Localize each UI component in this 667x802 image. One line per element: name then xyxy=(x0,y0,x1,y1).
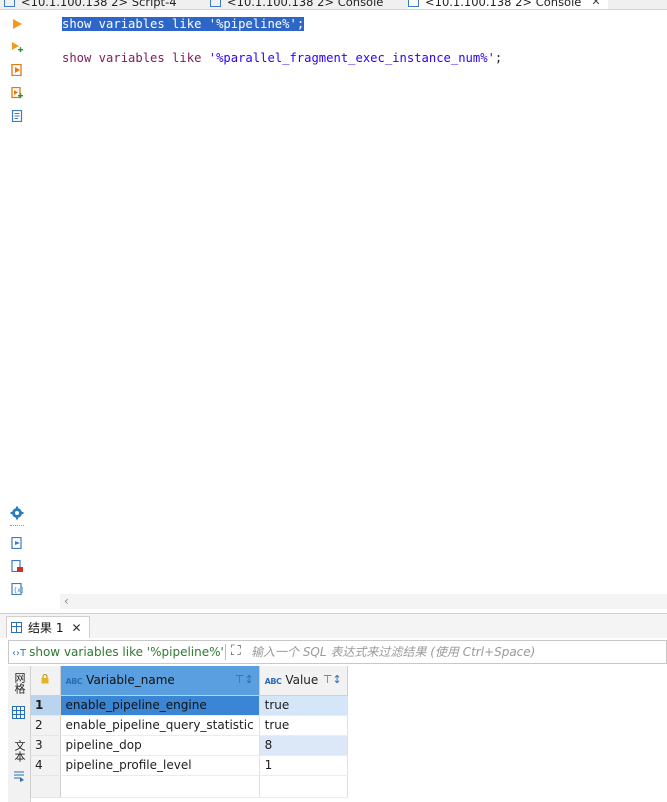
column-header-variable-name[interactable]: ABC Variable_name ⊤↕ xyxy=(60,666,260,696)
results-tab-bar: 结果 1 ✕ xyxy=(0,613,667,638)
cell-value[interactable]: true xyxy=(259,715,348,736)
editor-tab-console-2[interactable]: <10.1.100.138 2> Console ✕ xyxy=(408,0,608,9)
sql-terminator: ; xyxy=(296,17,305,31)
sql-text-icon: ‹›T xyxy=(12,648,27,659)
result-filter-bar: ‹›T show variables like '%pipeline%' ⛶ xyxy=(8,640,667,664)
close-icon[interactable]: ✕ xyxy=(591,0,600,8)
sql-string: '%pipeline%' xyxy=(208,17,297,31)
grid-view-icon[interactable] xyxy=(12,706,25,719)
execute-script-new-tab-icon[interactable] xyxy=(11,87,23,99)
cell-variable-name[interactable]: enable_pipeline_engine xyxy=(60,695,260,716)
row-number[interactable]: 4 xyxy=(31,755,61,776)
cell-empty xyxy=(259,775,348,798)
execute-icon[interactable] xyxy=(11,18,23,30)
filter-query-label[interactable]: ‹›T show variables like '%pipeline%' xyxy=(12,645,224,659)
column-header-value[interactable]: ABC Value ⊤↕ xyxy=(259,666,348,696)
editor-tab-label: <10.1.100.138 2> Script-4 xyxy=(21,0,177,9)
sql-keyword: show variables like xyxy=(62,17,209,31)
lock-icon xyxy=(41,674,49,684)
cell-value[interactable]: 8 xyxy=(259,735,348,756)
cell-variable-name[interactable]: enable_pipeline_query_statistic xyxy=(60,715,260,736)
editor-tab-label: <10.1.100.138 2> Console xyxy=(425,0,582,9)
settings-icon[interactable] xyxy=(10,506,24,520)
editor-horizontal-scrollbar[interactable]: ‹ xyxy=(60,594,667,609)
grid-corner[interactable] xyxy=(31,666,61,696)
side-tab-text[interactable]: 文本 xyxy=(11,740,27,762)
execute-statement-icon[interactable] xyxy=(11,41,23,53)
editor-tab-console-1[interactable]: <10.1.100.138 2> Console xyxy=(210,0,383,9)
expand-icon[interactable]: ⛶ xyxy=(231,643,241,659)
row-number[interactable]: 1 xyxy=(31,695,61,716)
table-row[interactable]: 2 enable_pipeline_query_statistic true xyxy=(31,715,348,736)
editor-left-toolbar: {x} xyxy=(0,10,30,610)
editor-tab-label: <10.1.100.138 2> Console xyxy=(227,0,384,9)
explain-plan-icon[interactable] xyxy=(11,110,23,122)
table-row[interactable]: 3 pipeline_dop 8 xyxy=(31,735,348,756)
sql-line-1[interactable]: show variables like '%pipeline%'; xyxy=(62,17,305,31)
row-number[interactable]: 3 xyxy=(31,735,61,756)
results-tab[interactable]: 结果 1 ✕ xyxy=(6,616,90,638)
side-tab-grid[interactable]: 网格 xyxy=(11,672,27,694)
editor-tab-bar: <10.1.100.138 2> Script-4 <10.1.100.138 … xyxy=(0,0,667,10)
console-icon xyxy=(210,0,221,7)
table-row[interactable]: 1 enable_pipeline_engine true xyxy=(31,695,348,716)
close-icon[interactable]: ✕ xyxy=(71,621,81,635)
empty-row xyxy=(31,775,348,798)
svg-text:{x}: {x} xyxy=(14,587,24,594)
text-type-icon: ABC xyxy=(65,677,83,687)
column-header-label: Value xyxy=(285,673,319,688)
sql-keyword: show variables like xyxy=(62,51,209,65)
scroll-left-icon[interactable]: ‹ xyxy=(64,594,69,608)
table-row[interactable]: 4 pipeline_profile_level 1 xyxy=(31,755,348,776)
cell-value[interactable]: 1 xyxy=(259,755,348,776)
sql-terminator: ; xyxy=(494,51,503,65)
result-view-tabs: 网格 文本 xyxy=(8,666,31,802)
row-number[interactable]: 2 xyxy=(31,715,61,736)
filter-sort-icon[interactable]: ⊤↕ xyxy=(235,673,254,686)
sql-editor[interactable]: show variables like '%pipeline%'; show v… xyxy=(30,10,667,595)
cell-value[interactable]: true xyxy=(259,695,348,716)
column-header-label: Variable_name xyxy=(86,673,175,688)
filter-query-text: show variables like '%pipeline%' xyxy=(29,645,224,659)
cell-variable-name[interactable]: pipeline_profile_level xyxy=(60,755,260,776)
filter-input[interactable] xyxy=(251,644,661,660)
toolbar-divider xyxy=(10,525,24,526)
sql-line-2[interactable]: show variables like '%parallel_fragment_… xyxy=(62,51,502,65)
filter-sort-icon[interactable]: ⊤↕ xyxy=(323,673,342,686)
text-view-icon[interactable] xyxy=(13,770,25,782)
editor-tab-script-4[interactable]: <10.1.100.138 2> Script-4 xyxy=(4,0,177,9)
file-lock-icon[interactable] xyxy=(11,560,23,572)
export-icon[interactable] xyxy=(11,537,23,549)
console-icon xyxy=(408,0,419,7)
cell-variable-name[interactable]: pipeline_dop xyxy=(60,735,260,756)
result-grid[interactable]: ABC Variable_name ⊤↕ ABC Value ⊤↕ 1 enable… xyxy=(31,666,348,798)
script-icon xyxy=(4,0,15,7)
text-type-icon: ABC xyxy=(264,677,282,687)
results-tab-label: 结果 1 xyxy=(28,621,64,635)
variables-icon[interactable]: {x} xyxy=(11,583,23,595)
cell-empty xyxy=(60,775,260,798)
filter-divider xyxy=(225,644,226,660)
grid-icon xyxy=(11,622,22,633)
execute-script-icon[interactable] xyxy=(11,64,23,76)
row-number-empty xyxy=(31,775,61,798)
sql-string: '%parallel_fragment_exec_instance_num%' xyxy=(208,51,495,65)
